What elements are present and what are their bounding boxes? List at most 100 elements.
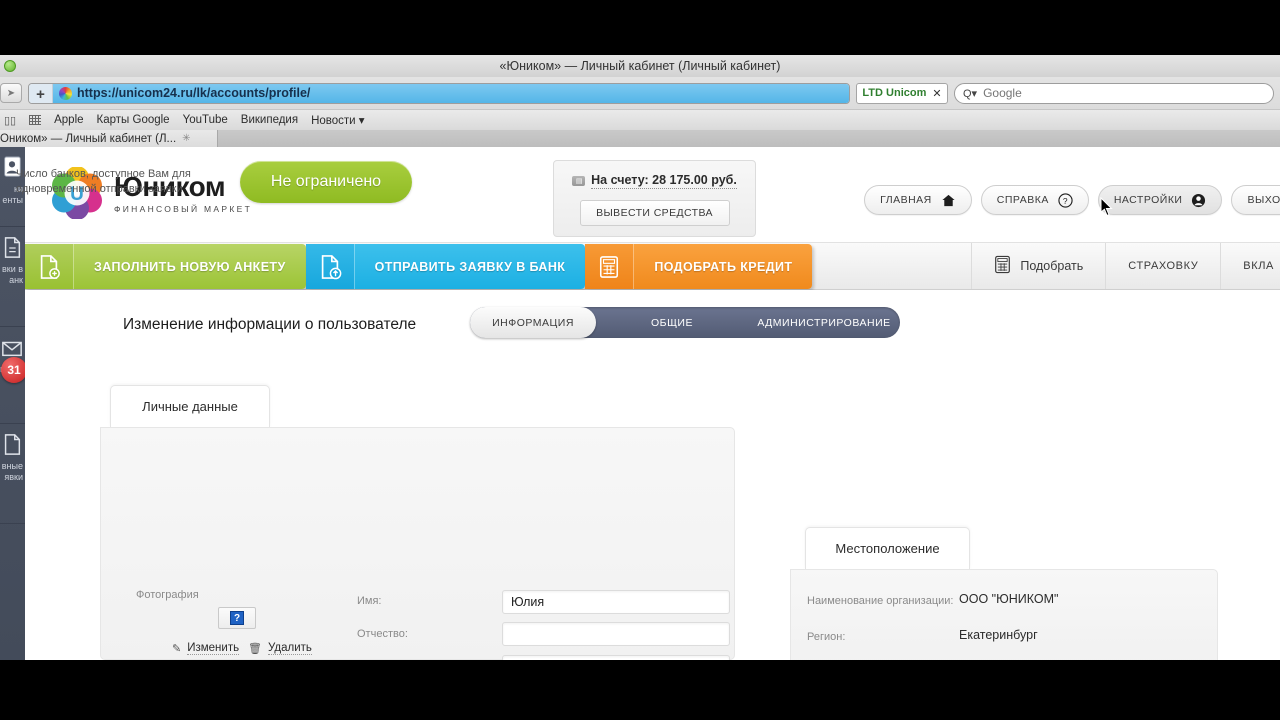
withdraw-funds-button[interactable]: ВЫВЕСТИ СРЕДСТВА (579, 200, 730, 226)
letterbox-bottom (0, 660, 1280, 720)
site-header: U Юником ФИНАНСОВЫЙ МАРКЕТ ▤ На счету: 2… (25, 147, 1280, 242)
home-icon (941, 193, 956, 208)
letterbox-top (0, 0, 1280, 55)
window-title: «Юником» — Личный кабинет (Личный кабине… (499, 59, 781, 73)
browser-chrome: «Юником» — Личный кабинет (Личный кабине… (0, 55, 1280, 147)
browser-tab-label: Оником» — Личный кабинет (Л... (0, 132, 177, 145)
bookmark-news[interactable]: Новости ▾ (311, 113, 365, 127)
trash-icon: 🗑 (248, 643, 262, 655)
bookmark-google-maps[interactable]: Карты Google (97, 114, 170, 126)
field-label-patronymic: Отчество: (357, 628, 408, 640)
send-document-icon (305, 244, 354, 289)
action-select-credit[interactable]: ПОДОБРАТЬ КРЕДИТ (585, 244, 813, 289)
nav-logout-label: ВЫХОД (1247, 194, 1280, 206)
back-button[interactable]: ➤ (0, 83, 22, 103)
region-label: Регион: (807, 631, 846, 643)
screen: «Юником» — Личный кабинет (Личный кабине… (0, 0, 1280, 720)
tab-administration[interactable]: АДМИНИСТРИРОВАНИЕ (748, 307, 900, 338)
search-input[interactable]: Q▾ Google (954, 82, 1274, 104)
loading-spinner-icon: ✳ (182, 133, 191, 144)
new-document-icon (25, 244, 73, 289)
bookmarks-bar: ▯▯ Apple Карты Google YouTube Википедия … (0, 109, 1280, 130)
nav-help-label: СПРАВКА (996, 194, 1049, 206)
action-fill-new-form[interactable]: ЗАПОЛНИТЬ НОВУЮ АНКЕТУ (25, 244, 306, 289)
first-name-input[interactable]: Юлия (502, 590, 730, 614)
action-fill-new-form-label: ЗАПОЛНИТЬ НОВУЮ АНКЕТУ (73, 244, 306, 289)
photo-label: Фотография (136, 589, 199, 601)
photo-thumbnail[interactable]: ? (218, 607, 256, 629)
top-sites-icon[interactable] (29, 115, 42, 125)
sidebar-item-active-requests-label-1: вные (1, 461, 23, 471)
logo-tagline: ФИНАНСОВЫЙ МАРКЕТ (114, 203, 253, 214)
nav-logout-button[interactable]: ВЫХОД (1231, 185, 1280, 215)
browser-tabstrip: Оником» — Личный кабинет (Л... ✳ (0, 130, 1280, 147)
active-requests-icon (4, 434, 21, 455)
tab-general[interactable]: ОБЩИЕ (596, 307, 748, 338)
nav-help-button[interactable]: СПРАВКА ? (980, 185, 1089, 215)
field-label-first-name: Имя: (357, 595, 382, 607)
bookmark-wikipedia[interactable]: Википедия (241, 114, 298, 126)
sidebar-item-applications-label-2: анк (9, 275, 23, 285)
calculator-icon (585, 244, 634, 289)
sidebar-item-applications[interactable]: вки в анк (0, 227, 25, 327)
banks-limit-note: Число банков, доступное Вам для одноврем… (16, 167, 191, 197)
balance-row: ▤ На счету: 28 175.00 руб. (572, 173, 737, 189)
browser-titlebar: «Юником» — Личный кабинет (Личный кабине… (0, 55, 1280, 77)
address-bar-url: https://unicom24.ru/lk/accounts/profile/ (77, 86, 311, 100)
banks-limit-note-line2: одновременной отправки заявки (16, 183, 183, 195)
photo-edit-link[interactable]: Изменить (187, 642, 240, 655)
search-icon[interactable]: Q▾ (963, 87, 977, 100)
photo-delete-link-row[interactable]: 🗑 Удалить (248, 642, 312, 655)
photo-delete-link[interactable]: Удалить (267, 642, 312, 655)
wallet-icon: ▤ (572, 176, 586, 186)
web-page: ки енты вки в анк 31 щения (0, 147, 1280, 660)
action-pick-button[interactable]: Подобрать (971, 243, 1105, 289)
site-identity-label: LTD Unicom (862, 87, 927, 99)
broken-image-icon: ? (230, 611, 244, 625)
application-icon (4, 237, 21, 258)
pencil-icon: ✎ (172, 643, 182, 655)
svg-text:?: ? (1063, 195, 1068, 205)
site-favicon-icon (59, 86, 72, 100)
browser-toolbar: ➤ + https://unicom24.ru/lk/accounts/prof… (0, 77, 1280, 109)
banks-limit-badge: Не ограничено (240, 161, 412, 203)
window-control-green-icon[interactable] (4, 60, 16, 72)
nav-settings-button[interactable]: НАСТРОЙКИ (1097, 185, 1223, 215)
add-bookmark-button[interactable]: + (29, 83, 53, 103)
action-deposit-button[interactable]: ВКЛА (1220, 243, 1280, 289)
mouse-cursor (1100, 197, 1113, 216)
close-icon[interactable]: ✕ (932, 87, 941, 100)
page-title: Изменение информации о пользователе (123, 316, 417, 333)
app-sidebar: ки енты вки в анк 31 щения (0, 147, 27, 660)
sidebar-item-active-requests-label-2: явки (4, 472, 23, 482)
sidebar-item-messages[interactable]: 31 щения (0, 327, 27, 424)
balance-box: ▤ На счету: 28 175.00 руб. ВЫВЕСТИ СРЕДС… (553, 160, 756, 237)
header-nav: ГЛАВНАЯ СПРАВКА ? НАСТРОЙКИ ВЫХО (864, 185, 1280, 215)
action-send-to-bank[interactable]: ОТПРАВИТЬ ЗАЯВКУ В БАНК (305, 244, 586, 289)
photo-edit-link-row[interactable]: ✎ Изменить (172, 642, 240, 655)
bookmark-youtube[interactable]: YouTube (183, 114, 228, 126)
nav-main-button[interactable]: ГЛАВНАЯ (864, 185, 972, 215)
balance-amount: На счету: 28 175.00 руб. (591, 173, 737, 189)
section-tabs: ИНФОРМАЦИЯ ОБЩИЕ АДМИНИСТРИРОВАНИЕ (470, 307, 900, 338)
personal-data-tab-header[interactable]: Личные данные (110, 385, 270, 427)
address-bar[interactable]: + https://unicom24.ru/lk/accounts/profil… (28, 82, 850, 104)
organization-label: Наименование организации: (807, 595, 954, 607)
site-identity-chip[interactable]: LTD Unicom ✕ (856, 82, 948, 104)
action-insurance-button[interactable]: СТРАХОВКУ (1105, 243, 1220, 289)
sidebar-item-active-requests[interactable]: вные явки (0, 424, 25, 524)
nav-settings-label: НАСТРОЙКИ (1113, 194, 1183, 206)
location-panel: Наименование организации: ООО "ЮНИКОМ" Р… (790, 569, 1218, 660)
browser-tab-active[interactable]: Оником» — Личный кабинет (Л... ✳ (0, 130, 218, 147)
user-icon (1191, 193, 1206, 208)
banks-limit-note-line1: Число банков, доступное Вам для (16, 168, 191, 180)
action-send-to-bank-label: ОТПРАВИТЬ ЗАЯВКУ В БАНК (353, 244, 586, 289)
bookmark-apple[interactable]: Apple (54, 114, 83, 126)
action-bar-right: Подобрать СТРАХОВКУ ВКЛА (971, 243, 1280, 289)
messages-badge: 31 (1, 357, 27, 383)
patronymic-input[interactable] (502, 622, 730, 646)
tab-information[interactable]: ИНФОРМАЦИЯ (470, 307, 596, 338)
reading-list-icon[interactable]: ▯▯ (4, 114, 16, 127)
location-tab-header[interactable]: Местоположение (805, 527, 970, 569)
region-value: Екатеринбург (959, 628, 1038, 642)
